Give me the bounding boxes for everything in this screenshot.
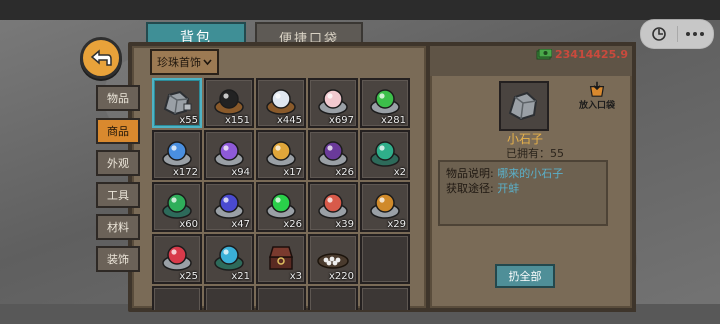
- filter-dropdown[interactable]: 珍珠首饰: [150, 49, 219, 75]
- more-button[interactable]: [677, 20, 713, 48]
- desc-label: 物品说明:: [446, 167, 494, 180]
- share-button[interactable]: [641, 20, 677, 48]
- category-tab-2[interactable]: 外观: [96, 150, 140, 176]
- item-quantity: x17: [283, 167, 302, 178]
- item-quantity: x220: [328, 271, 354, 282]
- stone-icon: [163, 90, 192, 116]
- tiger-eye-pearl-icon: [370, 193, 400, 219]
- inventory-slot[interactable]: [204, 286, 254, 310]
- money-value: 23414425.9: [555, 48, 629, 61]
- item-quantity: x47: [231, 219, 250, 230]
- gold-pearl-icon: [266, 141, 296, 167]
- inventory-slot[interactable]: x3: [256, 234, 306, 284]
- share-icon: [651, 27, 666, 41]
- inventory-slot[interactable]: [152, 286, 202, 310]
- violet-pearl-icon: [318, 141, 348, 167]
- item-owned-count: 已拥有：55: [506, 147, 564, 160]
- item-quantity: x2: [393, 167, 406, 178]
- item-quantity: x3: [289, 271, 302, 282]
- inventory-slot[interactable]: x47: [204, 182, 254, 232]
- item-quantity: x172: [172, 167, 198, 178]
- item-grid: x55 x151 x445 x697 x281 x172 x94 x17 x26 x2 x60 x47…: [152, 78, 418, 310]
- stone-icon: [508, 91, 538, 121]
- inventory-slot[interactable]: x26: [308, 130, 358, 180]
- inventory-slot[interactable]: x21: [204, 234, 254, 284]
- miniprogram-capsule: [640, 19, 714, 49]
- inventory-slot[interactable]: x172: [152, 130, 202, 180]
- detail-item-icon: [499, 81, 549, 131]
- desc-row: 物品说明: 哪来的小石子: [446, 166, 600, 181]
- category-tab-0[interactable]: 物品: [96, 85, 140, 111]
- purple-pearl-icon: [214, 141, 244, 167]
- item-quantity: x39: [335, 219, 354, 230]
- source-row: 获取途径: 开蚌: [446, 181, 600, 196]
- inventory-slot[interactable]: [360, 234, 410, 284]
- inventory-slot[interactable]: x60: [152, 182, 202, 232]
- pink-pearl-icon: [318, 89, 348, 115]
- item-quantity: x697: [328, 115, 354, 126]
- green-jade-icon: [370, 141, 400, 167]
- item-quantity: x281: [380, 115, 406, 126]
- black-pearl-icon: [214, 89, 244, 115]
- item-quantity: x26: [283, 219, 302, 230]
- put-in-pocket-label: 放入口袋: [578, 101, 615, 111]
- pearl-tray-icon: [317, 253, 349, 269]
- desc-value: 哪来的小石子: [497, 167, 564, 180]
- inventory-panel: 珍珠首饰 x55 x151 x445 x697 x281 x172 x94 x17 x26 x2 x…: [128, 42, 430, 312]
- item-quantity: x55: [179, 115, 198, 126]
- pocket-icon: [589, 81, 605, 97]
- striped-pearl-icon: [318, 193, 348, 219]
- inventory-slot[interactable]: x55: [152, 78, 202, 128]
- green-pearl-icon: [370, 89, 400, 115]
- sell-all-button[interactable]: 扔全部: [495, 264, 555, 288]
- category-tab-4[interactable]: 材料: [96, 214, 140, 240]
- inventory-slot[interactable]: x39: [308, 182, 358, 232]
- inventory-slot[interactable]: x2: [360, 130, 410, 180]
- inventory-slot[interactable]: x17: [256, 130, 306, 180]
- item-quantity: x29: [387, 219, 406, 230]
- red-pearl-icon: [162, 245, 192, 271]
- back-arrow-icon: [90, 49, 112, 66]
- inventory-slot[interactable]: x281: [360, 78, 410, 128]
- put-in-pocket-button[interactable]: 放入口袋: [578, 81, 616, 111]
- item-quantity: x445: [276, 115, 302, 126]
- ring-box-icon: [268, 246, 294, 270]
- emerald-pearl-icon: [266, 193, 296, 219]
- item-quantity: x60: [179, 219, 198, 230]
- filter-label: 珍珠首饰: [157, 56, 201, 69]
- category-tab-5[interactable]: 装饰: [96, 246, 140, 272]
- blue-pearl-icon: [162, 141, 192, 167]
- indigo-pearl-icon: [214, 193, 244, 219]
- inventory-slot[interactable]: x29: [360, 182, 410, 232]
- inventory-slot[interactable]: x26: [256, 182, 306, 232]
- inventory-slot[interactable]: [360, 286, 410, 310]
- item-quantity: x151: [224, 115, 250, 126]
- inventory-slot[interactable]: x220: [308, 234, 358, 284]
- top-bar: [0, 0, 720, 20]
- item-quantity: x26: [335, 167, 354, 178]
- white-pearl-icon: [266, 89, 296, 115]
- inventory-slot[interactable]: x151: [204, 78, 254, 128]
- category-tab-1[interactable]: 商品: [96, 118, 140, 144]
- inventory-slot[interactable]: x25: [152, 234, 202, 284]
- category-tab-3[interactable]: 工具: [96, 182, 140, 208]
- source-value: 开蚌: [497, 182, 520, 195]
- green-pendant-icon: [162, 193, 192, 219]
- more-icon: [686, 32, 705, 36]
- source-label: 获取途径:: [446, 182, 494, 195]
- teal-pearl-icon: [214, 245, 244, 271]
- inventory-slot[interactable]: x445: [256, 78, 306, 128]
- item-info-box: 物品说明: 哪来的小石子 获取途径: 开蚌: [438, 160, 608, 226]
- item-quantity: x94: [231, 167, 250, 178]
- inventory-slot[interactable]: [308, 286, 358, 310]
- item-quantity: x25: [179, 271, 198, 282]
- back-button[interactable]: [80, 37, 122, 79]
- money-display: 23414425.9: [536, 48, 628, 61]
- inventory-slot[interactable]: [256, 286, 306, 310]
- chevron-down-icon: [203, 58, 212, 65]
- cash-icon: [536, 48, 552, 59]
- inventory-slot[interactable]: x94: [204, 130, 254, 180]
- item-quantity: x21: [231, 271, 250, 282]
- inventory-slot[interactable]: x697: [308, 78, 358, 128]
